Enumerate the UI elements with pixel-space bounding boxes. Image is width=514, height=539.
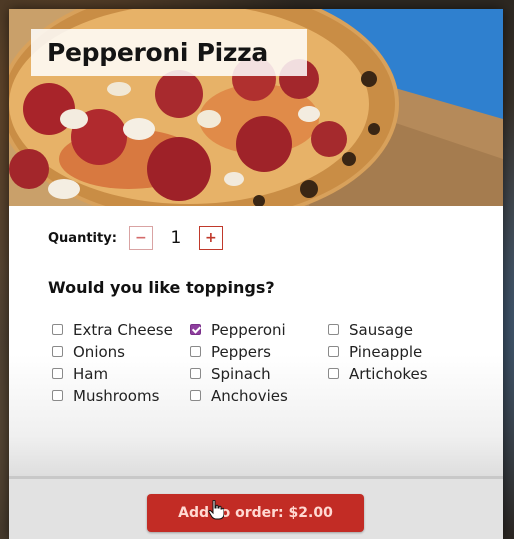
topping-checkbox[interactable] <box>52 346 63 357</box>
topping-anchovies[interactable]: Anchovies <box>190 386 328 405</box>
topping-label: Peppers <box>211 342 271 361</box>
quantity-stepper: Quantity: − 1 + <box>48 226 223 250</box>
topping-checkbox[interactable] <box>52 390 63 401</box>
topping-extra-cheese[interactable]: Extra Cheese <box>52 320 190 339</box>
order-options: Quantity: − 1 + Would you like toppings?… <box>9 206 503 476</box>
topping-label: Spinach <box>211 364 271 383</box>
topping-label: Pepperoni <box>211 320 286 339</box>
topping-checkbox[interactable] <box>52 368 63 379</box>
topping-label: Ham <box>73 364 109 383</box>
topping-label: Pineapple <box>349 342 423 361</box>
topping-label: Sausage <box>349 320 413 339</box>
topping-pineapple[interactable]: Pineapple <box>328 342 472 361</box>
topping-ham[interactable]: Ham <box>52 364 190 383</box>
toppings-list: Extra Cheese Pepperoni Sausage Onions Pe… <box>52 320 472 405</box>
topping-label: Artichokes <box>349 364 428 383</box>
topping-checkbox[interactable] <box>190 324 201 335</box>
hand-pointer-icon <box>208 500 224 520</box>
pizza-hero-image: Pepperoni Pizza <box>9 9 503 206</box>
order-modal: Pepperoni Pizza Quantity: − 1 + Would yo… <box>9 9 503 539</box>
topping-label: Mushrooms <box>73 386 160 405</box>
quantity-increase-button[interactable]: + <box>198 226 223 250</box>
topping-label: Anchovies <box>211 386 288 405</box>
quantity-label: Quantity: <box>48 230 117 246</box>
topping-checkbox[interactable] <box>328 346 339 357</box>
topping-peppers[interactable]: Peppers <box>190 342 328 361</box>
topping-label: Onions <box>73 342 125 361</box>
topping-label: Extra Cheese <box>73 320 173 339</box>
topping-pepperoni[interactable]: Pepperoni <box>190 320 328 339</box>
topping-mushrooms[interactable]: Mushrooms <box>52 386 190 405</box>
page-title: Pepperoni Pizza <box>47 38 268 67</box>
toppings-heading: Would you like toppings? <box>48 278 275 297</box>
topping-checkbox[interactable] <box>52 324 63 335</box>
topping-checkbox[interactable] <box>190 346 201 357</box>
quantity-decrease-button[interactable]: − <box>128 226 153 250</box>
topping-artichokes[interactable]: Artichokes <box>328 364 472 383</box>
modal-footer: Add to order: $2.00 <box>9 476 503 539</box>
topping-checkbox[interactable] <box>328 324 339 335</box>
title-plate: Pepperoni Pizza <box>31 29 307 76</box>
topping-checkbox[interactable] <box>328 368 339 379</box>
add-to-order-button[interactable]: Add to order: $2.00 <box>147 494 364 532</box>
topping-checkbox[interactable] <box>190 390 201 401</box>
quantity-value: 1 <box>170 228 182 248</box>
topping-onions[interactable]: Onions <box>52 342 190 361</box>
topping-sausage[interactable]: Sausage <box>328 320 472 339</box>
topping-spinach[interactable]: Spinach <box>190 364 328 383</box>
topping-checkbox[interactable] <box>190 368 201 379</box>
